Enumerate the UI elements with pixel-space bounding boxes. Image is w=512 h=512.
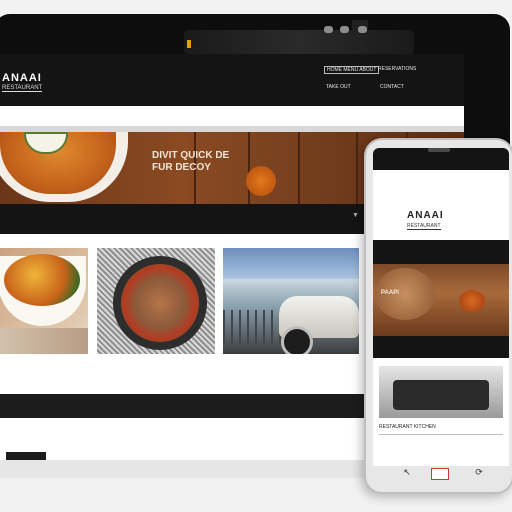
nav-menu-primary[interactable]: HOME MENU ABOUT <box>324 66 380 74</box>
chevron-down-icon[interactable]: ▼ <box>352 212 359 219</box>
kitchen-machine <box>393 380 489 410</box>
phone-nav-buttons: ↖ ⟳ <box>373 466 509 488</box>
phone-hero-heading: PAAPI <box>381 290 399 296</box>
site-logo[interactable]: ANAAI <box>2 72 42 84</box>
phone-site-logo-subtitle: RESTAURANT <box>407 223 441 230</box>
site-header: ANAAI RESTAURANT HOME MENU ABOUT RESERVA… <box>0 54 464 106</box>
tablet-bezel-reflection <box>184 30 414 54</box>
back-icon[interactable]: ↖ <box>401 466 413 478</box>
phone-divider-bar <box>373 336 509 358</box>
hero-heading-line1: DIVIT QUICK DE <box>152 150 230 161</box>
camera-icon <box>340 26 349 33</box>
nav-contact-link[interactable]: CONTACT <box>380 84 404 90</box>
gallery-photo-waterfront[interactable] <box>223 248 359 354</box>
nav-takeout-link[interactable]: TAKE OUT <box>326 84 351 90</box>
header-divider <box>0 106 464 132</box>
nav-reservations-link[interactable]: RESERVATIONS <box>378 66 416 72</box>
phone-site-header: ANAAI RESTAURANT <box>373 198 509 240</box>
tablet-camera-indicator <box>187 40 191 48</box>
phone-site-logo[interactable]: ANAAI <box>407 210 444 221</box>
home-icon[interactable] <box>431 468 449 480</box>
hero-heading-line2: FUR DECOY <box>152 162 211 173</box>
phone-device: ANAAI RESTAURANT PAAPI RESTAURANT KITCHE… <box>364 138 512 494</box>
rice-dish <box>121 264 199 342</box>
gallery-photo-rice-pan[interactable] <box>97 248 215 354</box>
camera-icon <box>324 26 333 33</box>
phone-screen: ANAAI RESTAURANT PAAPI RESTAURANT KITCHE… <box>373 170 509 466</box>
camera-icon <box>358 26 367 33</box>
curry-food <box>4 254 80 306</box>
table-surface <box>0 328 88 354</box>
phone-speaker <box>428 148 450 152</box>
recent-icon[interactable]: ⟳ <box>473 466 485 478</box>
phone-photo-caption: RESTAURANT KITCHEN <box>379 424 436 430</box>
phone-divider <box>379 434 503 435</box>
car-wheel <box>281 326 313 354</box>
hero-wood-plank <box>298 132 358 204</box>
phone-hero-garnish <box>459 290 485 312</box>
phone-nav-bar[interactable] <box>373 240 509 264</box>
site-logo-subtitle: RESTAURANT <box>2 85 43 92</box>
hero-heading: DIVIT QUICK DE FUR DECOY <box>152 150 229 174</box>
gallery-photo-curry[interactable] <box>0 248 88 354</box>
waterfront-railing <box>223 310 283 344</box>
hero-garnish <box>246 166 276 196</box>
